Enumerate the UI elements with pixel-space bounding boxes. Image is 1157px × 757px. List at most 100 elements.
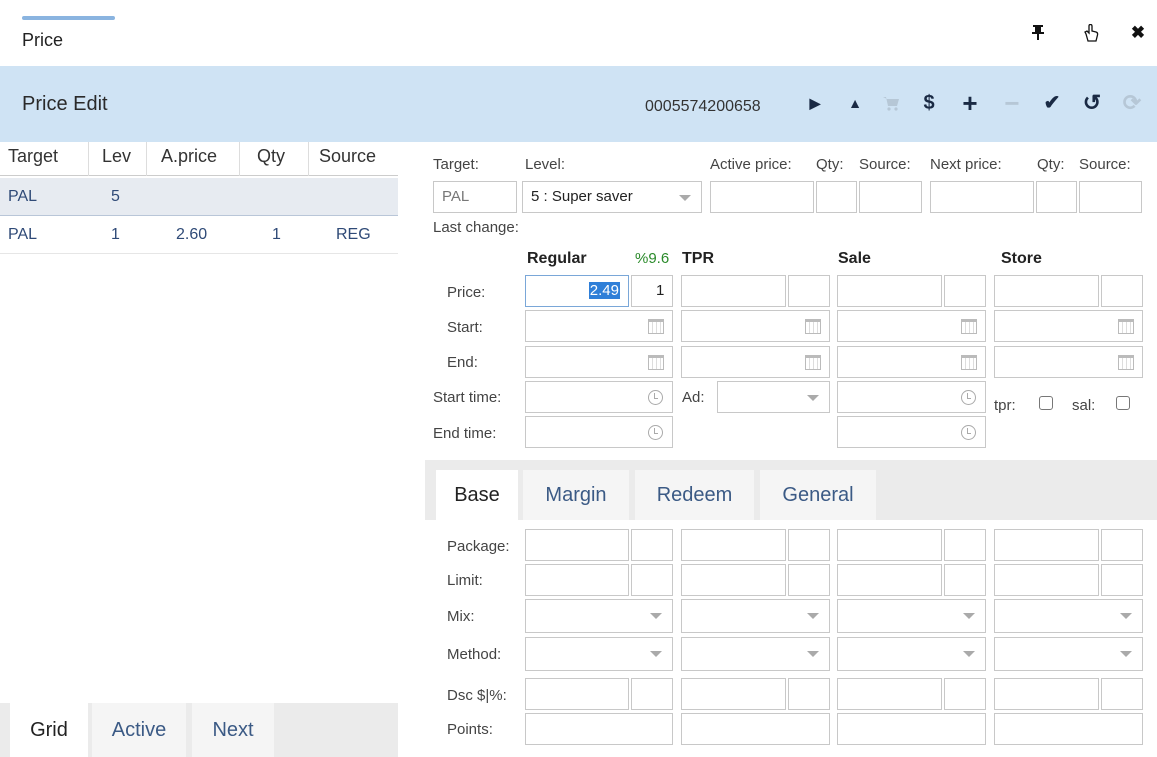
store-qty-input[interactable]: [1101, 275, 1143, 307]
sale-points-input[interactable]: [837, 713, 986, 745]
tab-active[interactable]: Active: [92, 703, 186, 757]
tpr-dsc-type[interactable]: [788, 678, 830, 710]
regular-package-input[interactable]: [525, 529, 629, 561]
play-icon[interactable]: ▶: [800, 88, 830, 118]
tpr-price-input[interactable]: [681, 275, 786, 307]
table-row[interactable]: PAL 1 2.60 1 REG: [0, 216, 398, 254]
sal-checkbox[interactable]: [1116, 396, 1130, 410]
active-price-field[interactable]: [710, 181, 814, 213]
sale-start-date[interactable]: [837, 310, 986, 342]
store-price-input[interactable]: [994, 275, 1099, 307]
tpr-limit-input[interactable]: [681, 564, 786, 596]
tab-margin[interactable]: Margin: [523, 470, 629, 520]
cart-icon[interactable]: [876, 88, 906, 118]
calendar-icon[interactable]: [805, 319, 821, 334]
tpr-package-input[interactable]: [681, 529, 786, 561]
store-start-date[interactable]: [994, 310, 1143, 342]
tab-next[interactable]: Next: [192, 703, 274, 757]
store-package-input[interactable]: [994, 529, 1099, 561]
tpr-qty-input[interactable]: [788, 275, 830, 307]
col-aprice[interactable]: A.price: [161, 146, 217, 167]
calendar-icon[interactable]: [1118, 319, 1134, 334]
sale-mix-select[interactable]: [837, 599, 986, 633]
calendar-icon[interactable]: [648, 355, 664, 370]
tpr-mix-select[interactable]: [681, 599, 830, 633]
next-price-field[interactable]: [930, 181, 1034, 213]
clock-icon[interactable]: [961, 390, 976, 405]
next-qty-field[interactable]: [1036, 181, 1077, 213]
sale-dsc-type[interactable]: [944, 678, 986, 710]
tpr-end-date[interactable]: [681, 346, 830, 378]
calendar-icon[interactable]: [961, 319, 977, 334]
tab-redeem[interactable]: Redeem: [635, 470, 754, 520]
tab-grid[interactable]: Grid: [10, 703, 88, 757]
sale-limit-input[interactable]: [837, 564, 942, 596]
store-points-input[interactable]: [994, 713, 1143, 745]
active-source-field[interactable]: [859, 181, 922, 213]
regular-package-qty[interactable]: [631, 529, 673, 561]
regular-method-select[interactable]: [525, 637, 673, 671]
active-qty-field[interactable]: [816, 181, 857, 213]
sale-price-input[interactable]: [837, 275, 942, 307]
close-icon[interactable]: ✖: [1128, 23, 1148, 43]
next-source-field[interactable]: [1079, 181, 1142, 213]
tpr-method-select[interactable]: [681, 637, 830, 671]
regular-limit-input[interactable]: [525, 564, 629, 596]
regular-start-time[interactable]: [525, 381, 673, 413]
pin-icon[interactable]: [1028, 24, 1048, 45]
table-row[interactable]: PAL 5: [0, 178, 398, 216]
regular-start-date[interactable]: [525, 310, 673, 342]
regular-mix-select[interactable]: [525, 599, 673, 633]
sale-end-date[interactable]: [837, 346, 986, 378]
caret-up-icon[interactable]: ▲: [840, 88, 870, 118]
minus-icon[interactable]: −: [997, 88, 1027, 118]
target-field[interactable]: PAL: [433, 181, 517, 213]
store-end-date[interactable]: [994, 346, 1143, 378]
calendar-icon[interactable]: [805, 355, 821, 370]
calendar-icon[interactable]: [961, 355, 977, 370]
clock-icon[interactable]: [648, 425, 663, 440]
tab-base[interactable]: Base: [436, 470, 518, 520]
pointer-icon[interactable]: [1081, 23, 1101, 47]
tpr-start-date[interactable]: [681, 310, 830, 342]
tpr-points-input[interactable]: [681, 713, 830, 745]
sale-end-time[interactable]: [837, 416, 986, 448]
level-select[interactable]: 5 : Super saver: [522, 181, 702, 213]
regular-points-input[interactable]: [525, 713, 673, 745]
calendar-icon[interactable]: [1118, 355, 1134, 370]
col-target[interactable]: Target: [8, 146, 58, 167]
tpr-limit-qty[interactable]: [788, 564, 830, 596]
sale-start-time[interactable]: [837, 381, 986, 413]
undo-icon[interactable]: ↺: [1077, 88, 1107, 118]
store-mix-select[interactable]: [994, 599, 1143, 633]
regular-dsc-input[interactable]: [525, 678, 629, 710]
col-source[interactable]: Source: [319, 146, 376, 167]
regular-price-input[interactable]: 2.49: [525, 275, 629, 307]
clock-icon[interactable]: [648, 390, 663, 405]
plus-icon[interactable]: +: [955, 88, 985, 118]
store-package-qty[interactable]: [1101, 529, 1143, 561]
regular-dsc-type[interactable]: [631, 678, 673, 710]
store-dsc-type[interactable]: [1101, 678, 1143, 710]
sale-package-qty[interactable]: [944, 529, 986, 561]
tab-general[interactable]: General: [760, 470, 876, 520]
sale-qty-input[interactable]: [944, 275, 986, 307]
store-limit-qty[interactable]: [1101, 564, 1143, 596]
sale-limit-qty[interactable]: [944, 564, 986, 596]
col-qty[interactable]: Qty: [257, 146, 285, 167]
store-limit-input[interactable]: [994, 564, 1099, 596]
sale-package-input[interactable]: [837, 529, 942, 561]
store-dsc-input[interactable]: [994, 678, 1099, 710]
refresh-icon[interactable]: ⟳: [1117, 88, 1147, 118]
calendar-icon[interactable]: [648, 319, 664, 334]
sale-method-select[interactable]: [837, 637, 986, 671]
regular-end-date[interactable]: [525, 346, 673, 378]
store-method-select[interactable]: [994, 637, 1143, 671]
tpr-dsc-input[interactable]: [681, 678, 786, 710]
dollar-icon[interactable]: $: [914, 88, 944, 118]
ad-select[interactable]: [717, 381, 830, 413]
col-lev[interactable]: Lev: [102, 146, 131, 167]
regular-end-time[interactable]: [525, 416, 673, 448]
regular-limit-qty[interactable]: [631, 564, 673, 596]
sale-dsc-input[interactable]: [837, 678, 942, 710]
